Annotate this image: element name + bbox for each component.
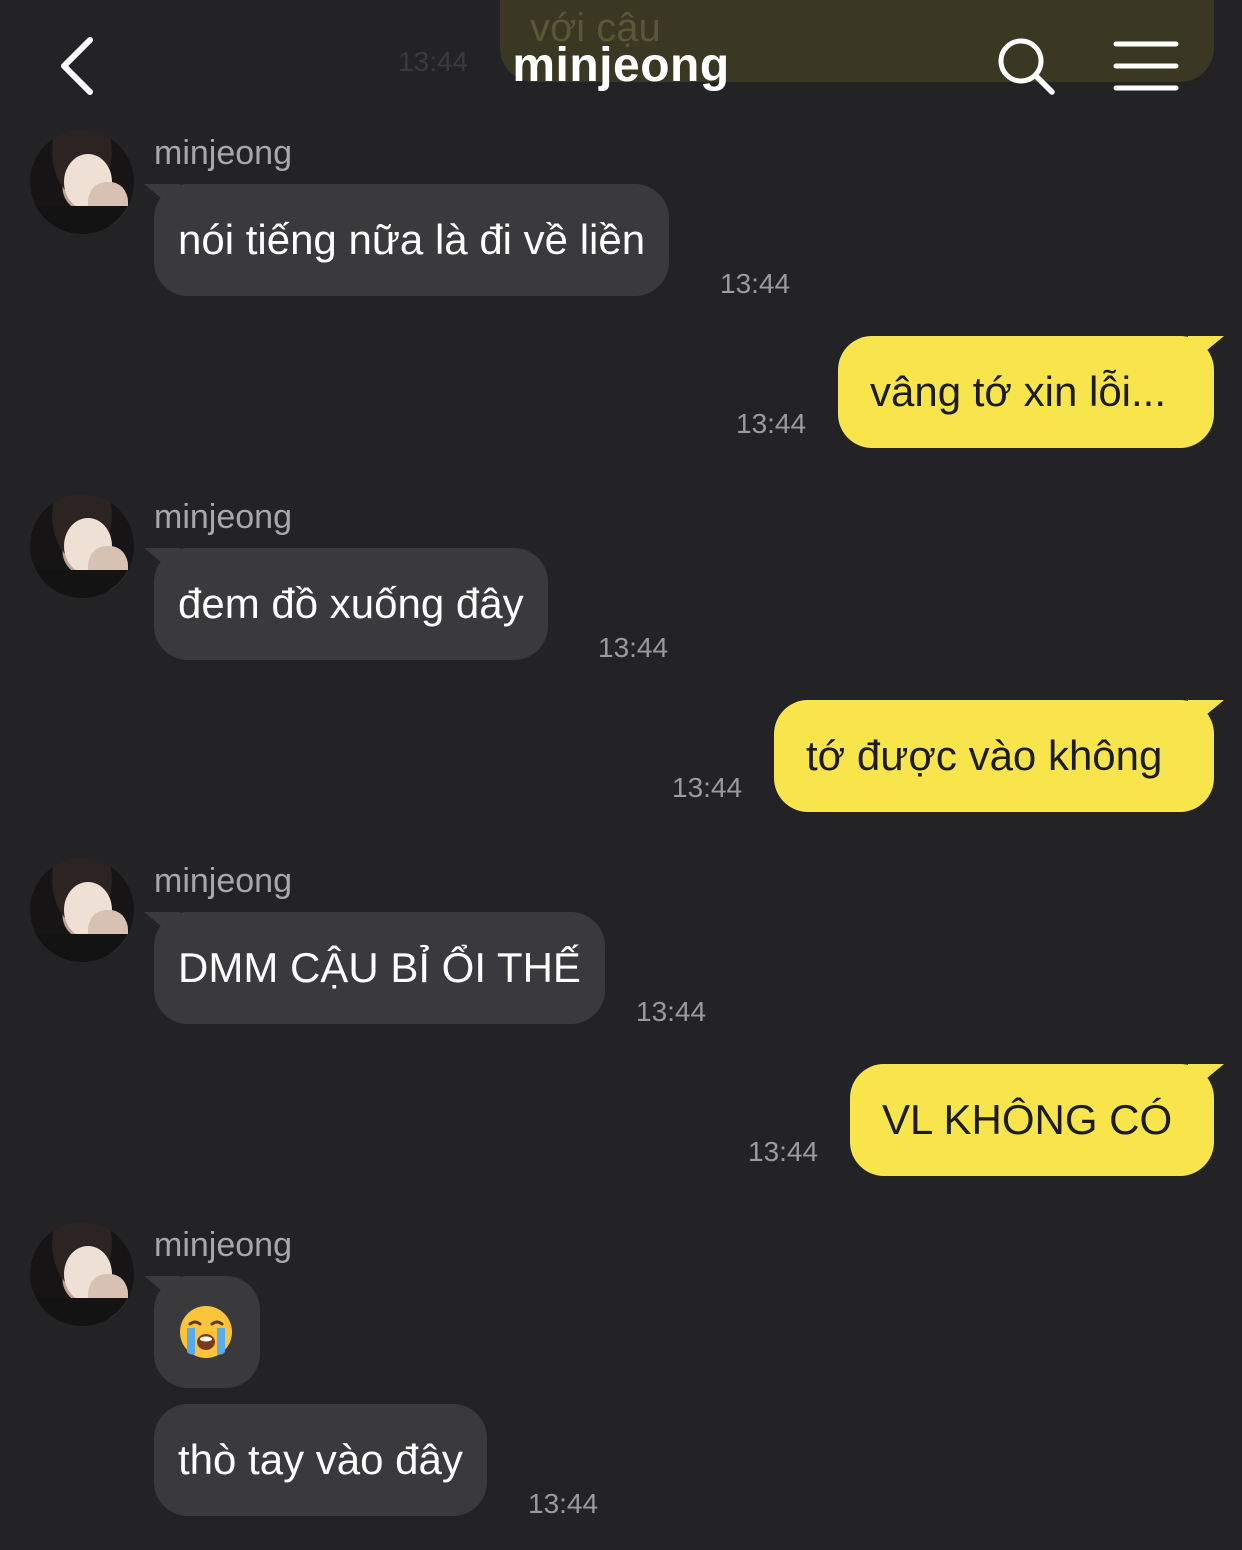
avatar[interactable] [30,1222,134,1326]
message-text: nói tiếng nữa là đi về liền [178,216,646,263]
search-button[interactable] [994,34,1058,98]
message-text: vâng tớ xin lỗi... [870,368,1167,415]
incoming-message-bubble[interactable]: DMM CẬU BỈ ỔI THẾ [154,912,605,1024]
message-text: thò tay vào đây [178,1436,463,1483]
sender-name: minjeong [154,862,292,900]
message-time: 13:44 [528,1488,599,1519]
menu-button[interactable] [1112,40,1180,92]
message-time: 13:44 [598,632,669,663]
message-time: 13:44 [748,1136,819,1167]
incoming-message-bubble[interactable]: đem đồ xuống đây [154,548,548,660]
outgoing-message-bubble[interactable]: VL KHÔNG CÓ [850,1064,1214,1176]
message-text: VL KHÔNG CÓ [882,1096,1173,1143]
avatar[interactable] [30,130,134,234]
sender-name: minjeong [154,498,292,536]
message-text: DMM CẬU BỈ ỔI THẾ [178,944,581,991]
sender-name: minjeong [154,1226,292,1264]
incoming-emoji-bubble[interactable] [154,1276,260,1388]
avatar[interactable] [30,858,134,962]
sender-name: minjeong [154,134,292,172]
hamburger-menu-icon [1113,41,1179,91]
avatar[interactable] [30,494,134,598]
message-time: 13:44 [736,408,807,439]
message-text: tớ được vào không [806,732,1163,779]
loudly-crying-face-icon [180,1306,232,1358]
message-time: 13:44 [672,772,743,803]
message-time: 13:44 [636,996,707,1027]
outgoing-message-bubble[interactable]: vâng tớ xin lỗi... [838,336,1214,448]
search-icon [998,38,1055,95]
incoming-message-bubble[interactable]: thò tay vào đây [154,1404,487,1516]
incoming-message-bubble[interactable]: nói tiếng nữa là đi về liền [154,184,670,296]
outgoing-message-bubble[interactable]: tớ được vào không [774,700,1214,812]
chat-header: minjeong [0,0,1242,120]
message-time: 13:44 [720,268,791,299]
message-text: đem đồ xuống đây [178,580,524,627]
